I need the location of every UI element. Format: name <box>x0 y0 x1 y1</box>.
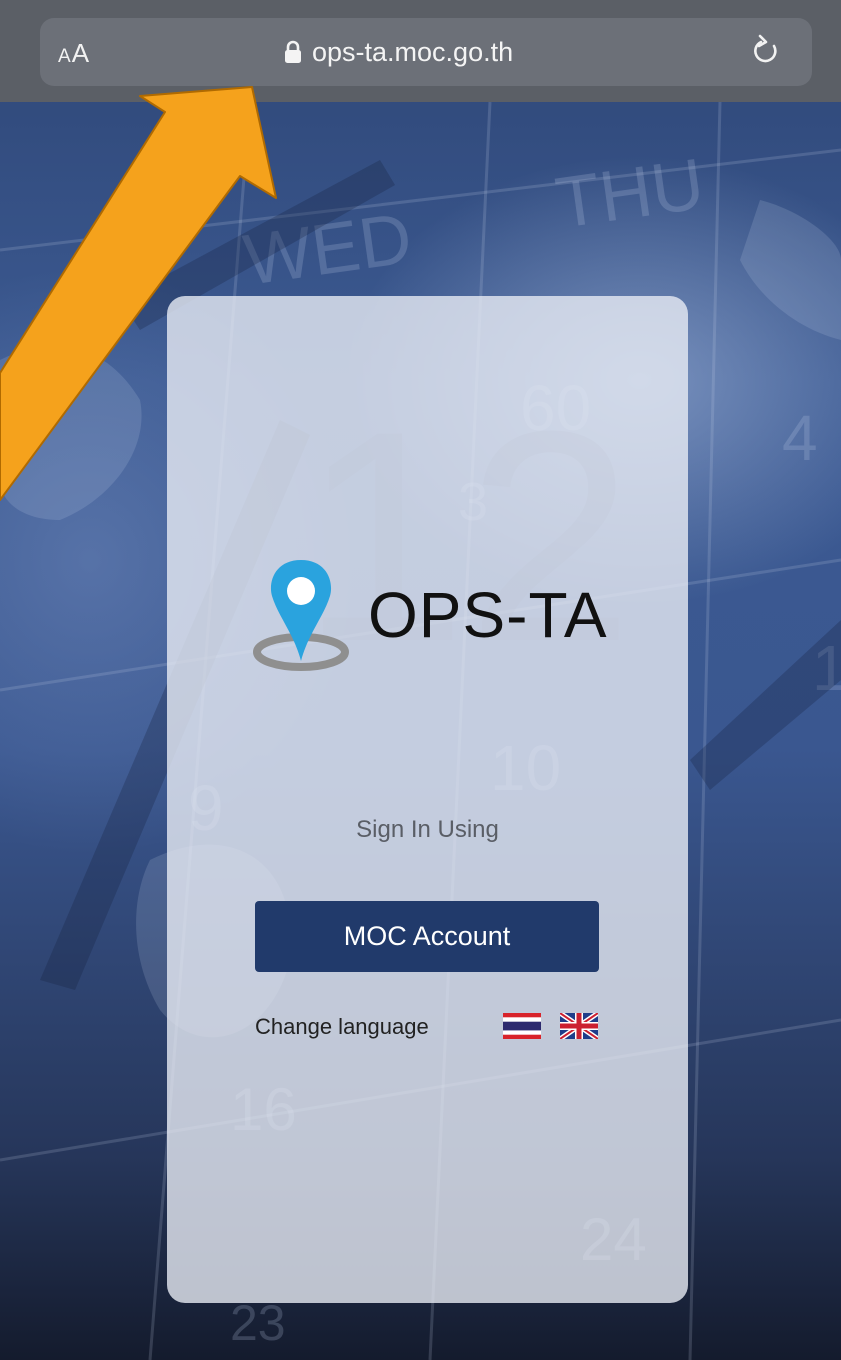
annotation-arrow <box>0 86 277 501</box>
